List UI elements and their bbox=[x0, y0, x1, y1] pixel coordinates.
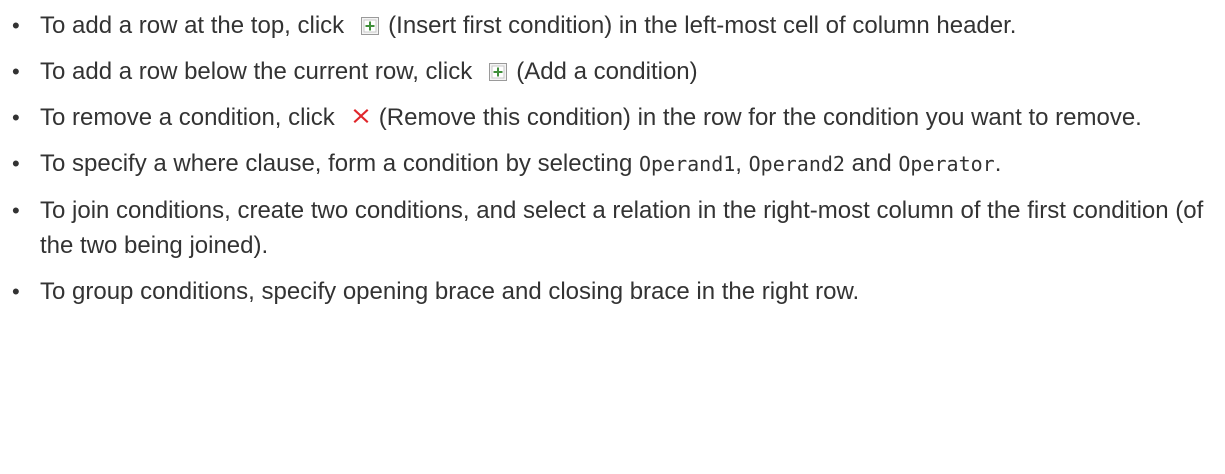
list-item: • To group conditions, specify opening b… bbox=[0, 274, 1225, 309]
list-item: • To remove a condition, click (Remove th… bbox=[0, 100, 1225, 135]
item-text: (Insert first condition) in the left-mos… bbox=[388, 12, 1017, 39]
bullet: • bbox=[12, 151, 20, 176]
item-text: To specify a where clause, form a condit… bbox=[40, 150, 639, 177]
item-text: , bbox=[735, 150, 749, 177]
bullet: • bbox=[12, 13, 20, 38]
list-item: • To add a row below the current row, cl… bbox=[0, 54, 1225, 89]
item-text: and bbox=[844, 150, 899, 177]
bullet: • bbox=[12, 198, 20, 223]
item-text: To add a row at the top, click bbox=[40, 12, 345, 39]
code-operator: Operator bbox=[898, 152, 995, 176]
red-x-icon bbox=[351, 106, 371, 126]
item-text: To join conditions, create two condition… bbox=[40, 197, 1204, 259]
item-text: To group conditions, specify opening bra… bbox=[40, 278, 860, 305]
instruction-list: • To add a row at the top, click (Insert … bbox=[0, 0, 1225, 309]
code-operand2: Operand2 bbox=[748, 152, 845, 176]
item-text: To remove a condition, click bbox=[40, 104, 335, 131]
item-text: . bbox=[994, 150, 1002, 177]
code-operand1: Operand1 bbox=[638, 152, 736, 176]
bullet: • bbox=[12, 59, 20, 84]
bullet: • bbox=[12, 105, 20, 130]
list-item: • To join conditions, create two conditi… bbox=[0, 193, 1225, 263]
list-item: • To add a row at the top, click (Insert … bbox=[0, 8, 1225, 43]
bullet: • bbox=[12, 279, 20, 304]
plus-box-icon bbox=[360, 16, 380, 36]
item-text: (Add a condition) bbox=[516, 58, 698, 85]
plus-box-icon bbox=[488, 62, 508, 82]
item-text: To add a row below the current row, clic… bbox=[40, 58, 473, 85]
item-text: (Remove this condition) in the row for t… bbox=[378, 104, 1142, 131]
list-item: • To specify a where clause, form a cond… bbox=[0, 146, 1225, 182]
